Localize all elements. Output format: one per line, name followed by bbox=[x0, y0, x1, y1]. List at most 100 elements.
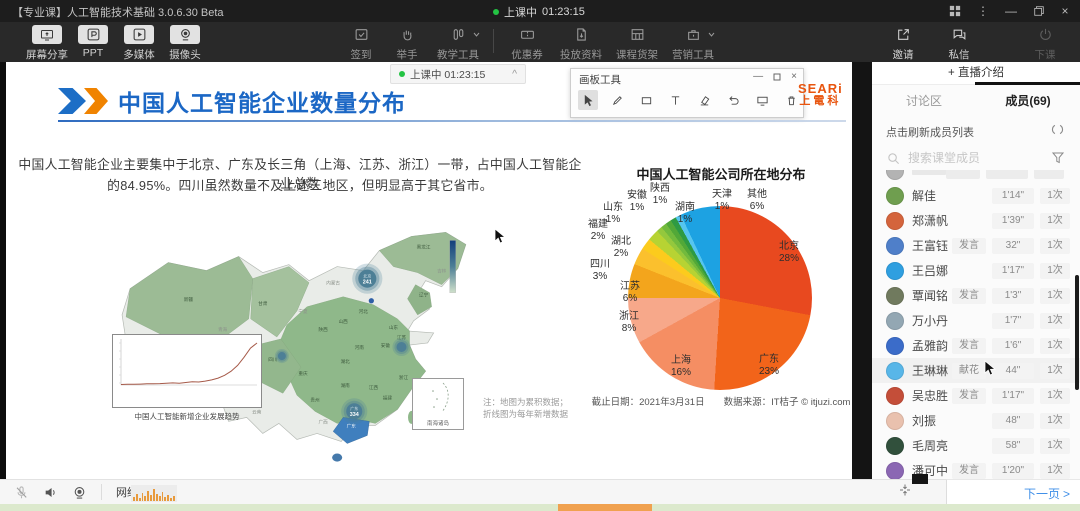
member-action-chip[interactable]: 发言 bbox=[952, 238, 986, 254]
multimedia-button[interactable]: 多媒体 bbox=[116, 25, 162, 62]
member-row[interactable]: 解佳1'14"1次 bbox=[872, 183, 1080, 208]
member-count-chip: 1次 bbox=[1040, 363, 1070, 379]
toolbar-divider bbox=[493, 29, 494, 53]
webcam-status-icon[interactable] bbox=[72, 485, 87, 500]
member-row[interactable]: 刘振48"1次 bbox=[872, 408, 1080, 433]
restore-icon[interactable] bbox=[1026, 0, 1052, 22]
member-time-chip: 1'39" bbox=[992, 213, 1034, 229]
province-label: 甘肃 bbox=[258, 300, 268, 307]
province-label: 吉林 bbox=[437, 268, 447, 275]
slide-paragraph-line2: 的84.95%。四川虽然数量不及上述三地区，但明显高于其它省市。 bbox=[14, 175, 586, 194]
eraser-tool[interactable] bbox=[694, 90, 714, 110]
collapse-caret-icon[interactable]: ^ bbox=[512, 68, 517, 80]
province-label: 广西 bbox=[318, 418, 328, 425]
pencil-tool[interactable] bbox=[607, 90, 627, 110]
member-time-chip: 1'17" bbox=[992, 263, 1034, 279]
collapse-toolbar-icon[interactable] bbox=[898, 483, 912, 497]
map-bubble: 广东334 bbox=[341, 398, 367, 424]
member-row[interactable]: 潘可中发言1'20"1次 bbox=[872, 458, 1080, 479]
materials-button[interactable]: 投放资料 bbox=[553, 25, 609, 62]
province-label: 湖南 bbox=[341, 382, 351, 389]
tab-members[interactable]: 成员(69) bbox=[976, 92, 1080, 109]
tab-discussion[interactable]: 讨论区 bbox=[872, 92, 976, 109]
member-row[interactable]: 万小丹1'7"1次 bbox=[872, 308, 1080, 333]
invite-share-icon bbox=[888, 25, 918, 44]
waveform-bar bbox=[173, 496, 175, 501]
close-icon[interactable]: × bbox=[1052, 0, 1078, 22]
whiteboard-slide[interactable]: 上课中 01:23:15 ^ 画板工具 — × SEARi 上電科 中国人工智能… bbox=[6, 62, 852, 479]
panel-maximize-icon[interactable] bbox=[773, 73, 781, 81]
avatar bbox=[886, 237, 904, 255]
rectangle-tool[interactable] bbox=[636, 90, 656, 110]
camera-button[interactable]: 摄像头 bbox=[162, 25, 208, 62]
invite-button[interactable]: 邀请 bbox=[880, 25, 926, 62]
panel-close-icon[interactable]: × bbox=[791, 71, 797, 82]
next-page-button[interactable]: 下一页 > bbox=[1024, 485, 1070, 502]
statusbar-divider bbox=[101, 484, 102, 500]
microphone-muted-icon[interactable] bbox=[14, 485, 29, 500]
minimize-icon[interactable]: — bbox=[998, 0, 1024, 22]
refresh-icon[interactable] bbox=[1051, 123, 1064, 136]
waveform-bar bbox=[139, 498, 141, 501]
screen-tool[interactable] bbox=[752, 90, 772, 110]
refresh-members-row[interactable]: 点击刷新成员列表 bbox=[872, 118, 1080, 144]
ppt-button[interactable]: PPT bbox=[70, 25, 116, 59]
more-menu-icon[interactable]: ⋮ bbox=[970, 0, 996, 22]
class-timer-pill[interactable]: 上课中 01:23:15 ^ bbox=[390, 64, 526, 84]
member-name: 孟雅韵 bbox=[912, 337, 952, 354]
member-name: 王吕娜 bbox=[912, 262, 952, 279]
member-action-chip[interactable]: 发言 bbox=[952, 288, 986, 304]
member-action-chip[interactable]: 发言 bbox=[952, 338, 986, 354]
member-count-chip: 1次 bbox=[1040, 338, 1070, 354]
pill-status-text: 上课中 01:23:15 bbox=[410, 67, 485, 82]
member-row[interactable]: 王吕娜 1'17" 1次 bbox=[872, 258, 1080, 283]
member-search-row bbox=[872, 148, 1080, 172]
panel-minimize-icon[interactable]: — bbox=[753, 71, 763, 82]
screen-share-button[interactable]: 屏幕分享 bbox=[24, 25, 70, 62]
filter-funnel-icon[interactable] bbox=[1052, 152, 1064, 164]
member-row[interactable]: 王琳琳献花44"1次 bbox=[872, 358, 1080, 383]
member-action-chip[interactable]: 献花 bbox=[952, 363, 986, 379]
coupon-button[interactable]: 优惠券 bbox=[501, 25, 553, 62]
member-action-chip[interactable]: 发言 bbox=[952, 463, 986, 479]
member-count-chip: 1次 bbox=[1040, 263, 1070, 279]
teaching-tools-button[interactable]: 教学工具 bbox=[430, 25, 486, 62]
direct-message-button[interactable]: 私信 bbox=[936, 25, 982, 62]
drawing-tools-panel[interactable]: 画板工具 — × bbox=[570, 68, 804, 118]
member-time-chip: 58" bbox=[992, 438, 1034, 454]
text-tool[interactable] bbox=[665, 90, 685, 110]
raise-hand-icon bbox=[392, 25, 422, 44]
raise-hand-button[interactable]: 举手 bbox=[384, 25, 430, 62]
member-action-chip[interactable]: 发言 bbox=[952, 388, 986, 404]
province-label: 辽宁 bbox=[419, 292, 429, 299]
member-row[interactable]: 孟雅韵发言1'6"1次 bbox=[872, 333, 1080, 358]
member-row[interactable]: 毛周亮58"1次 bbox=[872, 433, 1080, 458]
waveform-bar bbox=[147, 491, 149, 501]
waveform-bar bbox=[162, 492, 164, 501]
scrollbar-thumb[interactable] bbox=[1075, 275, 1079, 390]
pie-slice-label: 湖北2% bbox=[599, 236, 643, 260]
member-name: 刘振 bbox=[912, 412, 952, 429]
shelf-grid-icon bbox=[622, 25, 652, 44]
marketing-tools-button[interactable]: 营销工具 bbox=[665, 25, 721, 62]
member-action-chip[interactable] bbox=[946, 170, 980, 179]
layout-grid-icon[interactable] bbox=[942, 0, 968, 22]
end-class-button[interactable]: 下课 bbox=[1022, 25, 1068, 62]
member-row[interactable]: 吴忠胜发言1'17"1次 bbox=[872, 383, 1080, 408]
trend-line bbox=[121, 343, 257, 385]
sign-in-button[interactable]: 签到 bbox=[338, 25, 384, 62]
map-bubble bbox=[275, 349, 289, 363]
member-row[interactable]: 覃闻铭发言1'3"1次 bbox=[872, 283, 1080, 308]
select-cursor-tool[interactable] bbox=[578, 90, 598, 110]
member-row[interactable]: 郑潇帆1'39"1次 bbox=[872, 208, 1080, 233]
member-row[interactable]: 王富钰发言32"1次 bbox=[872, 233, 1080, 258]
course-shelf-button[interactable]: 课程货架 bbox=[609, 25, 665, 62]
member-name: 王琳琳 bbox=[912, 362, 952, 379]
panel-divider bbox=[852, 62, 872, 479]
member-row[interactable] bbox=[872, 170, 1080, 183]
search-input[interactable] bbox=[906, 150, 1030, 166]
undo-tool[interactable] bbox=[723, 90, 743, 110]
member-list[interactable]: 解佳1'14"1次郑潇帆1'39"1次王富钰发言32"1次王吕娜1'17"1次覃… bbox=[872, 170, 1080, 479]
waveform-bar bbox=[136, 494, 138, 501]
speaker-icon[interactable] bbox=[43, 485, 58, 500]
